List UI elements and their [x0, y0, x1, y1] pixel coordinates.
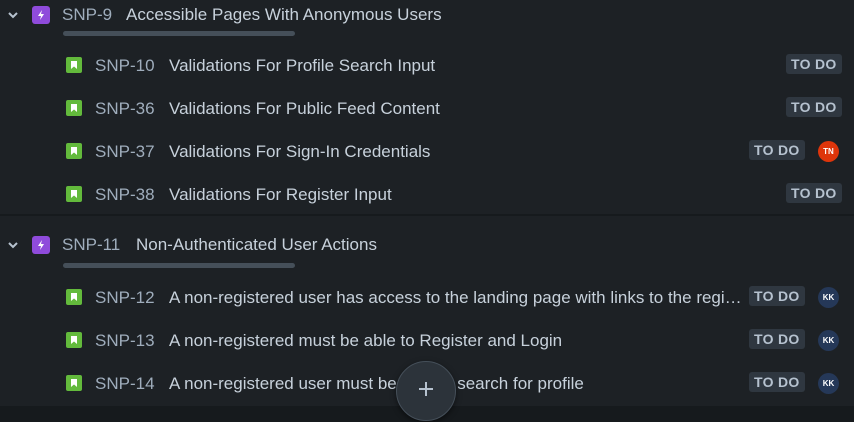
- epic-progress-bar: [63, 31, 295, 36]
- avatar[interactable]: KK: [818, 373, 839, 394]
- status-badge[interactable]: TO DO: [786, 54, 842, 74]
- story-icon: [66, 289, 82, 305]
- issue-row[interactable]: SNP-37 Validations For Sign-In Credentia…: [0, 131, 854, 171]
- avatar[interactable]: TN: [818, 141, 839, 162]
- create-button[interactable]: [396, 361, 456, 421]
- story-icon: [66, 143, 82, 159]
- epic-row[interactable]: SNP-11 Non-Authenticated User Actions: [0, 231, 854, 259]
- story-icon: [66, 57, 82, 73]
- avatar[interactable]: KK: [818, 287, 839, 308]
- issue-row[interactable]: SNP-13 A non-registered must be able to …: [0, 320, 854, 360]
- issue-key[interactable]: SNP-37: [95, 142, 155, 162]
- plus-icon: [417, 380, 435, 403]
- status-badge[interactable]: TO DO: [749, 286, 805, 306]
- story-icon: [66, 332, 82, 348]
- issue-title[interactable]: A non-registered user must be able to se…: [169, 374, 584, 394]
- issue-key[interactable]: SNP-38: [95, 185, 155, 205]
- epic-progress-bar: [63, 263, 295, 268]
- epic-key[interactable]: SNP-11: [62, 235, 120, 255]
- story-icon: [66, 100, 82, 116]
- status-badge[interactable]: TO DO: [749, 140, 805, 160]
- story-icon: [66, 186, 82, 202]
- issue-title[interactable]: Validations For Public Feed Content: [169, 99, 440, 119]
- status-badge[interactable]: TO DO: [786, 183, 842, 203]
- epic-title[interactable]: Non-Authenticated User Actions: [136, 235, 377, 255]
- epic-icon: [32, 236, 50, 254]
- epic-icon: [32, 6, 50, 24]
- avatar[interactable]: KK: [818, 330, 839, 351]
- status-badge[interactable]: TO DO: [749, 372, 805, 392]
- issue-key[interactable]: SNP-12: [95, 288, 155, 308]
- issue-key[interactable]: SNP-14: [95, 374, 155, 394]
- issue-title[interactable]: Validations For Profile Search Input: [169, 56, 435, 76]
- issue-key[interactable]: SNP-13: [95, 331, 155, 351]
- issue-title[interactable]: Validations For Sign-In Credentials: [169, 142, 430, 162]
- issue-title[interactable]: A non-registered user has access to the …: [169, 288, 744, 308]
- epic-key[interactable]: SNP-9: [62, 5, 112, 25]
- status-badge[interactable]: TO DO: [749, 329, 805, 349]
- issue-row[interactable]: SNP-10 Validations For Profile Search In…: [0, 45, 854, 85]
- chevron-down-icon[interactable]: [6, 8, 20, 22]
- epic-row[interactable]: SNP-9 Accessible Pages With Anonymous Us…: [0, 1, 854, 29]
- issue-row[interactable]: SNP-38 Validations For Register Input TO…: [0, 174, 854, 214]
- issue-title[interactable]: A non-registered must be able to Registe…: [169, 331, 562, 351]
- status-badge[interactable]: TO DO: [786, 97, 842, 117]
- chevron-down-icon[interactable]: [6, 238, 20, 252]
- issue-title[interactable]: Validations For Register Input: [169, 185, 392, 205]
- epic-group-snp-9: SNP-9 Accessible Pages With Anonymous Us…: [0, 0, 854, 214]
- issue-key[interactable]: SNP-10: [95, 56, 155, 76]
- issue-row[interactable]: SNP-12 A non-registered user has access …: [0, 277, 854, 317]
- issue-row[interactable]: SNP-36 Validations For Public Feed Conte…: [0, 88, 854, 128]
- epic-title[interactable]: Accessible Pages With Anonymous Users: [126, 5, 442, 25]
- story-icon: [66, 375, 82, 391]
- issue-key[interactable]: SNP-36: [95, 99, 155, 119]
